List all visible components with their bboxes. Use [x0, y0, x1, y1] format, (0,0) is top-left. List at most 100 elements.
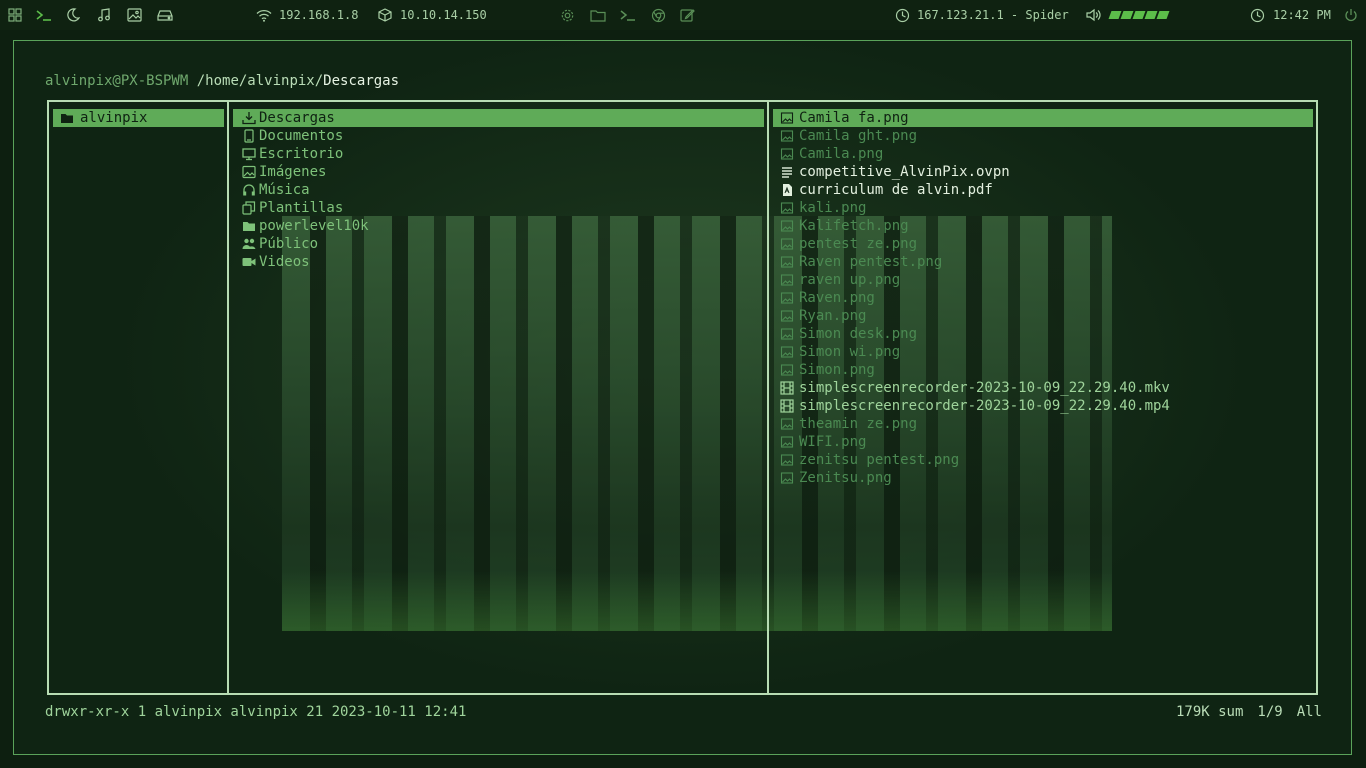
dir-list-item[interactable]: Descargas [233, 109, 764, 127]
clock-text: 12:42 PM [1273, 8, 1331, 22]
file-list-item[interactable]: Raven.png [773, 289, 1313, 307]
file-name: Camila fa.png [799, 110, 909, 126]
file-list-item[interactable]: theamin ze.png [773, 415, 1313, 433]
preview-pane[interactable]: Camila fa.png Camila ght.png Camila.png com… [773, 109, 1313, 487]
file-name: curriculum de alvin.pdf [799, 182, 993, 198]
current-pane[interactable]: Descargas Documentos Escritorio Imágenes Mús… [233, 109, 764, 271]
file-name: Documentos [259, 128, 344, 144]
drive-icon[interactable] [157, 0, 173, 30]
file-list-item[interactable]: raven up.png [773, 271, 1313, 289]
file-name: powerlevel10k [259, 218, 369, 234]
file-name: Kalifetch.png [799, 218, 909, 234]
status-info: drwxr-xr-x 1 alvinpix alvinpix 21 2023-1… [45, 704, 467, 720]
vpn-ip: 10.10.14.150 [400, 8, 487, 22]
file-name: Plantillas [259, 200, 344, 216]
file-name: theamin ze.png [799, 416, 918, 432]
file-list-item[interactable]: Simon wi.png [773, 343, 1313, 361]
file-image-icon [779, 253, 795, 271]
file-name: Simon.png [799, 362, 875, 378]
editor-icon[interactable] [680, 0, 695, 30]
file-list-item[interactable]: zenitsu pentest.png [773, 451, 1313, 469]
file-image-icon [779, 307, 795, 325]
dir-list-item[interactable]: Música [233, 181, 764, 199]
target-indicator: 167.123.21.1 - Spider [895, 0, 1069, 30]
dir-list-item[interactable]: Videos [233, 253, 764, 271]
file-list-item[interactable]: simplescreenrecorder-2023-10-09_22.29.40… [773, 379, 1313, 397]
file-name: Descargas [259, 110, 335, 126]
file-list-item[interactable]: Raven pentest.png [773, 253, 1313, 271]
file-image-icon [779, 289, 795, 307]
file-list-item[interactable]: pentest ze.png [773, 235, 1313, 253]
scroll-indicator: All [1296, 704, 1322, 720]
file-name: Raven.png [799, 290, 875, 306]
cube-icon [378, 8, 392, 22]
file-image-icon [779, 271, 795, 289]
workspaces-icon[interactable] [8, 0, 22, 30]
video-icon [241, 253, 257, 271]
dir-list-item[interactable]: Documentos [233, 127, 764, 145]
file-image-icon [779, 469, 795, 487]
path-header: alvinpix@PX-BSPWM /home/alvinpix/Descarg… [45, 73, 399, 89]
volume-indicator[interactable] [1086, 0, 1170, 30]
browser-icon[interactable] [651, 0, 666, 30]
file-list-item[interactable]: simplescreenrecorder-2023-10-09_22.29.40… [773, 397, 1313, 415]
file-list-item[interactable]: Zenitsu.png [773, 469, 1313, 487]
users-icon [241, 235, 257, 253]
file-image-icon [779, 109, 795, 127]
wifi-ip: 192.168.1.8 [279, 8, 359, 22]
file-name: Videos [259, 254, 310, 270]
file-list-item[interactable]: competitive_AlvinPix.ovpn [773, 163, 1313, 181]
file-list-item[interactable]: Camila.png [773, 145, 1313, 163]
file-list-item[interactable]: Ryan.png [773, 307, 1313, 325]
dir-list-item[interactable]: Escritorio [233, 145, 764, 163]
parent-dir-item[interactable]: alvinpix [53, 109, 224, 127]
wifi-indicator: 192.168.1.8 [256, 0, 358, 30]
file-list-item[interactable]: kali.png [773, 199, 1313, 217]
speaker-icon [1086, 8, 1102, 22]
status-right: 179K sum 1/9 All [1176, 704, 1322, 720]
folder-app-icon[interactable] [590, 0, 606, 30]
clock-target-icon [895, 8, 910, 23]
prompt-host: alvinpix@PX-BSPWM [45, 73, 189, 89]
file-image-icon [779, 415, 795, 433]
wifi-icon [256, 9, 272, 22]
file-image-icon [779, 217, 795, 235]
file-list-item[interactable]: Camila ght.png [773, 127, 1313, 145]
dir-list-item[interactable]: Imágenes [233, 163, 764, 181]
file-list-item[interactable]: Simon desk.png [773, 325, 1313, 343]
terminal-app-icon[interactable] [620, 0, 636, 30]
top-bar: 192.168.1.8 10.10.14.150 167.123.21.1 - … [0, 0, 1366, 30]
path-parent: /home/alvinpix/ [196, 73, 324, 89]
file-name: Simon desk.png [799, 326, 918, 342]
monitor-icon [241, 145, 257, 163]
clock-indicator: 12:42 PM [1250, 0, 1331, 30]
dir-list-item[interactable]: powerlevel10k [233, 217, 764, 235]
file-name: Imágenes [259, 164, 327, 180]
file-list-item[interactable]: Simon.png [773, 361, 1313, 379]
file-name: competitive_AlvinPix.ovpn [799, 164, 1010, 180]
file-image-icon [779, 199, 795, 217]
file-name: Simon wi.png [799, 344, 901, 360]
file-name: Música [259, 182, 310, 198]
terminal-icon[interactable] [36, 0, 52, 30]
moon-icon[interactable] [66, 0, 80, 30]
file-list-item[interactable]: WIFI.png [773, 433, 1313, 451]
file-list-item[interactable]: Camila fa.png [773, 109, 1313, 127]
parent-pane[interactable]: alvinpix [53, 109, 224, 127]
file-image-icon [779, 451, 795, 469]
clock-icon [1250, 8, 1265, 23]
file-image-icon [779, 145, 795, 163]
file-list-item[interactable]: Kalifetch.png [773, 217, 1313, 235]
music-icon[interactable] [97, 0, 111, 30]
image-icon[interactable] [127, 0, 142, 30]
dir-list-item[interactable]: Público [233, 235, 764, 253]
film-icon [779, 397, 795, 415]
path-current: Descargas [323, 73, 400, 89]
document-icon [241, 127, 257, 145]
power-icon[interactable] [1344, 0, 1358, 30]
dir-list-item[interactable]: Plantillas [233, 199, 764, 217]
pdf-icon [779, 181, 795, 199]
vpn-indicator: 10.10.14.150 [378, 0, 487, 30]
settings-icon[interactable] [560, 0, 575, 30]
file-list-item[interactable]: curriculum de alvin.pdf [773, 181, 1313, 199]
